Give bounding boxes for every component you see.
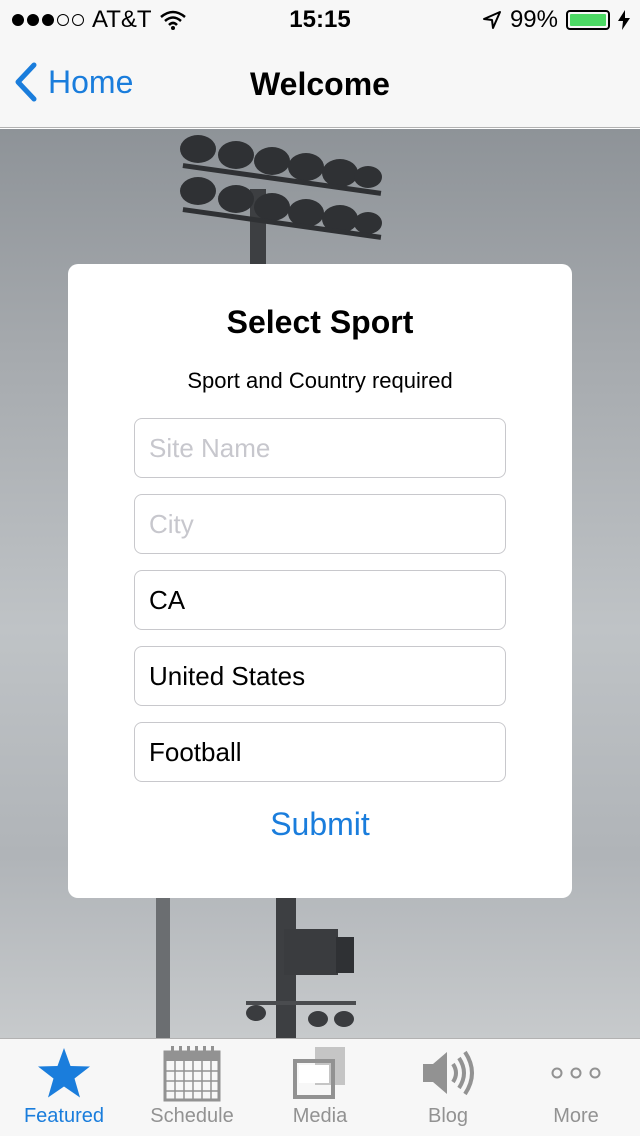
card-title: Select Sport xyxy=(226,304,414,340)
tab-media[interactable]: Media xyxy=(256,1039,384,1136)
tab-featured[interactable]: Featured xyxy=(0,1039,128,1136)
status-right: 99% xyxy=(482,6,630,34)
country-input[interactable] xyxy=(134,646,506,706)
battery-level xyxy=(570,14,606,26)
state-input[interactable] xyxy=(134,570,506,630)
tab-label: Blog xyxy=(427,1105,469,1127)
tab-bar: Featured Schedule Media Blog More xyxy=(0,1038,640,1136)
media-icon xyxy=(293,1047,345,1099)
sport-input[interactable] xyxy=(134,722,506,782)
status-bar: AT&T 15:15 99% xyxy=(0,0,640,40)
more-icon xyxy=(551,1067,601,1079)
speaker-icon xyxy=(423,1050,474,1096)
city-input[interactable] xyxy=(134,494,506,554)
site-name-input[interactable] xyxy=(134,418,506,478)
navigation-bar: Home Welcome xyxy=(0,40,640,128)
card-subtitle: Sport and Country required xyxy=(187,368,453,393)
battery-icon xyxy=(566,10,610,30)
tab-label: Schedule xyxy=(150,1105,234,1127)
tab-label: Media xyxy=(292,1105,348,1127)
tab-blog[interactable]: Blog xyxy=(384,1039,512,1136)
location-arrow-icon xyxy=(482,11,501,29)
tab-more[interactable]: More xyxy=(512,1039,640,1136)
battery-percent: 99% xyxy=(509,6,558,33)
calendar-icon xyxy=(163,1046,221,1102)
charging-bolt-icon xyxy=(618,10,630,30)
tab-label: Featured xyxy=(23,1105,105,1127)
select-sport-card: Select Sport Sport and Country required … xyxy=(68,264,572,898)
page-title: Welcome xyxy=(250,66,390,102)
tab-schedule[interactable]: Schedule xyxy=(128,1039,256,1136)
submit-button[interactable]: Submit xyxy=(68,806,572,843)
star-icon xyxy=(38,1048,90,1098)
tab-label: More xyxy=(553,1105,599,1127)
